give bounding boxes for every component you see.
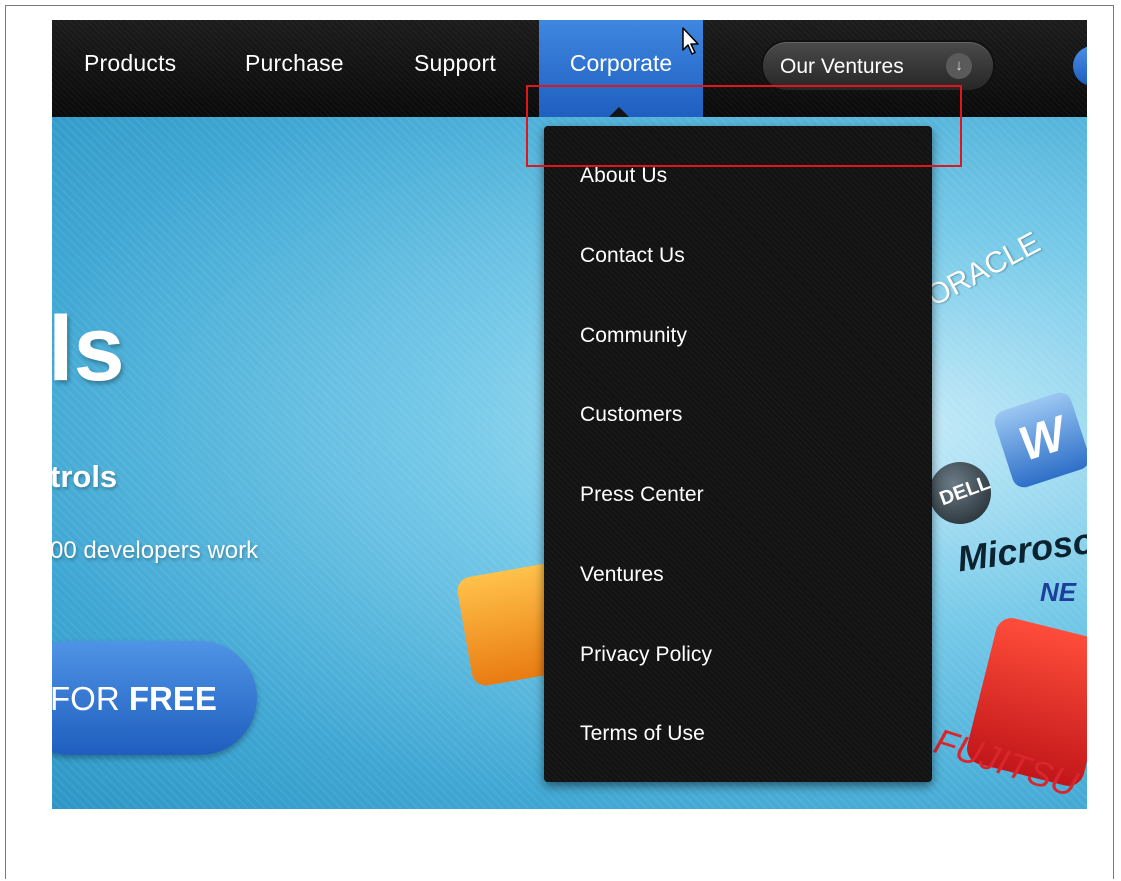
menu-item-ventures[interactable]: Ventures [580,563,664,587]
mouse-pointer-icon [682,27,699,55]
menu-item-community[interactable]: Community [580,324,687,348]
menu-item-press-center[interactable]: Press Center [580,483,704,507]
menu-item-about-us[interactable]: About Us [580,164,667,188]
nav-item-corporate-label: Corporate [569,50,673,76]
cta-try-free-button[interactable]: FOR FREE [52,641,257,755]
nav-item-products[interactable]: Products [84,50,176,77]
menu-item-privacy-policy[interactable]: Privacy Policy [580,643,712,667]
dell-logo-icon: DELL [929,462,993,524]
our-ventures-label: Our Ventures [780,55,904,78]
hero-tagline: 00 developers work [52,537,259,564]
nav-item-support[interactable]: Support [414,50,496,77]
corporate-dropdown-menu: About Us Contact Us Community Customers … [544,126,932,782]
partial-round-button[interactable] [1073,46,1087,86]
word-logo-icon: W [991,389,1087,491]
oracle-logo: ORACLE [921,226,1046,314]
nav-item-purchase[interactable]: Purchase [245,50,344,77]
menu-item-terms-of-use[interactable]: Terms of Use [580,722,705,746]
our-ventures-button[interactable]: Our Ventures ↓ [763,42,993,90]
arrow-down-icon: ↓ [946,53,972,79]
cta-label: FOR FREE [52,680,217,717]
hero-headline: ls [52,298,125,400]
menu-item-customers[interactable]: Customers [580,403,682,427]
hero-subheadline: trols [52,459,118,494]
microsoft-logo: Microso [954,519,1087,580]
menu-item-contact-us[interactable]: Contact Us [580,244,685,268]
nec-logo: NE [1040,577,1077,607]
highlight-box [526,85,962,167]
